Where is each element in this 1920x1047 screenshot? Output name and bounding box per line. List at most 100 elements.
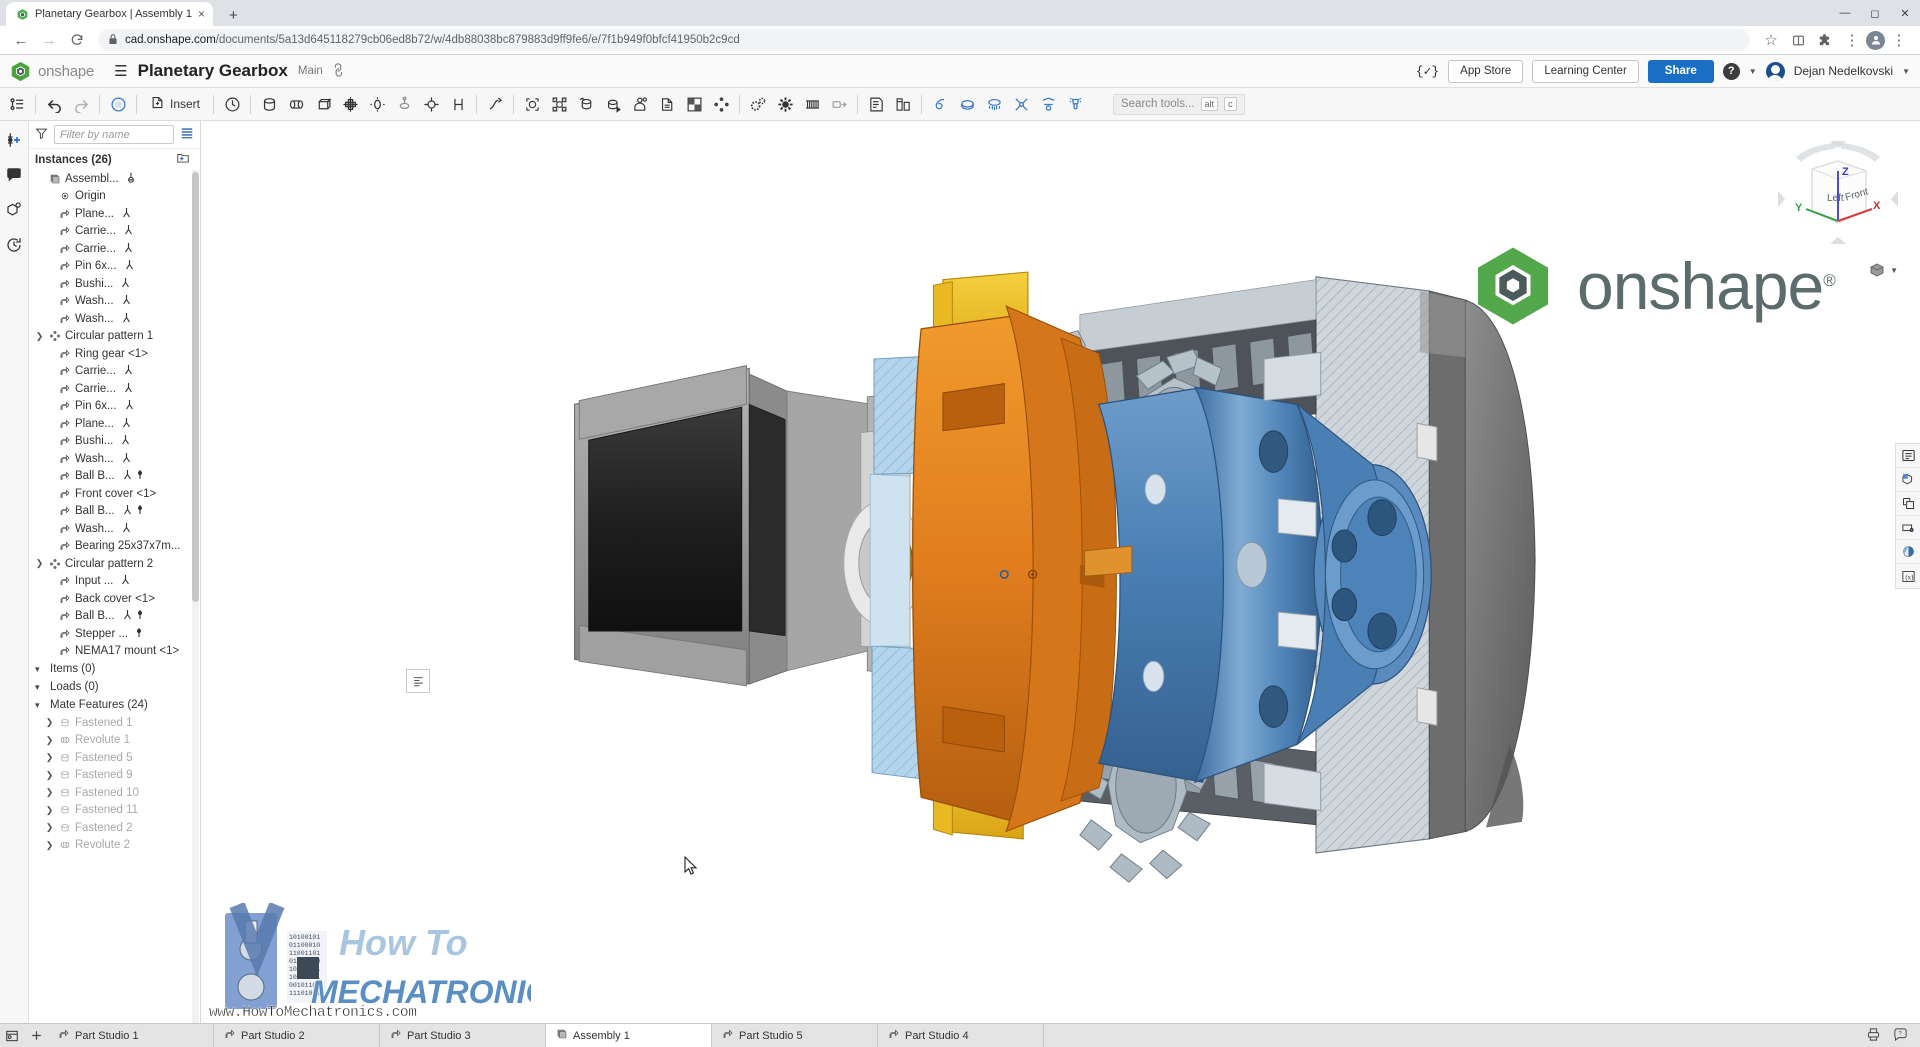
assembly-icon[interactable] [3,199,25,221]
fixed-mate-icon[interactable] [122,417,131,431]
fixed-mate-icon[interactable] [122,522,131,536]
rebuild-icon[interactable] [105,91,131,117]
connector-mate-icon[interactable] [136,627,142,641]
variable-icon[interactable]: (x) [1896,564,1920,588]
app-store-button[interactable]: App Store [1448,60,1523,83]
copy-part-icon[interactable] [627,91,653,117]
menu-icon[interactable]: ⋮ [1839,27,1865,53]
split-view-icon[interactable] [1785,27,1811,53]
tree-row[interactable]: Ball B... [29,503,200,521]
stepper-motor[interactable] [575,366,873,686]
fixed-mate-icon[interactable] [123,504,132,518]
gear-relation-icon[interactable] [745,91,771,117]
fixed-mate-icon[interactable] [122,312,131,326]
new-tab-button[interactable]: + [221,7,246,26]
mate-history-icon[interactable] [219,91,245,117]
fixed-mate-icon[interactable] [122,207,131,221]
section-view-icon[interactable] [1896,516,1920,540]
tree-row[interactable]: Ring gear <1> [29,345,200,363]
tree-section-header[interactable]: ▾Loads (0) [29,678,200,696]
user-avatar[interactable] [1766,62,1785,81]
link-icon[interactable] [329,61,350,82]
document-tab[interactable]: Part Studio 2 [214,1024,380,1047]
display-state-icon[interactable] [981,91,1007,117]
chevron-right-icon[interactable]: ❯ [45,770,54,781]
print-icon[interactable] [1866,1027,1881,1045]
search-tools-input[interactable]: Search tools... alt c [1113,94,1245,115]
tree-row[interactable]: Front cover <1> [29,485,200,503]
fixed-mate-icon[interactable] [125,259,134,273]
tree-section-header[interactable]: ▾Mate Features (24) [29,696,200,714]
mate-connector-icon[interactable] [519,91,545,117]
ball-mate-icon[interactable] [418,91,444,117]
drawing-icon[interactable] [863,91,889,117]
tree-row[interactable]: Origin [29,188,200,206]
document-tab[interactable]: Assembly 1 [546,1024,712,1047]
reload-button[interactable] [64,27,90,53]
mate-feature-row[interactable]: ❯Revolute 2 [29,837,200,855]
back-button[interactable]: ← [8,27,34,53]
help-chevron-down-icon[interactable]: ▼ [1749,67,1757,76]
tree-row[interactable]: Bushi... [29,433,200,451]
3d-viewport[interactable]: onshape® Left Front [201,121,1920,1023]
browser-profile-avatar[interactable] [1866,31,1885,50]
chevron-right-icon[interactable]: ❯ [45,822,54,833]
tree-scroll-area[interactable]: Assembl...OriginPlane...Carrie...Carrie.… [29,170,200,1023]
chevron-right-icon[interactable]: ❯ [45,752,54,763]
funnel-icon[interactable] [35,127,48,143]
light-icon[interactable] [1062,91,1088,117]
document-tab[interactable]: Part Studio 3 [380,1024,546,1047]
tree-row[interactable]: Carrie... [29,223,200,241]
chrome-menu-icon[interactable]: ⋮ [1886,27,1912,53]
browser-tab[interactable]: Planetary Gearbox | Assembly 1 × [6,2,213,26]
chevron-right-icon[interactable]: ❯ [45,735,54,746]
tree-row[interactable]: Bushi... [29,275,200,293]
undo-icon[interactable] [41,91,67,117]
document-tab[interactable]: Part Studio 1 [48,1024,214,1047]
tree-row[interactable]: Wash... [29,293,200,311]
share-button[interactable]: Share [1648,60,1714,83]
learning-center-button[interactable]: Learning Center [1532,60,1638,83]
connector-mate-icon[interactable] [137,469,143,483]
close-icon[interactable]: × [198,7,205,21]
mate-feature-row[interactable]: ❯Revolute 1 [29,732,200,750]
belt-icon[interactable] [799,91,825,117]
display-panel-icon[interactable] [1896,444,1920,468]
fixed-mate-icon[interactable] [125,399,134,413]
group-icon[interactable] [546,91,572,117]
circular-pattern-icon[interactable] [708,91,734,117]
onshape-menu-icon[interactable]: ☰ [114,64,127,79]
gear-icon[interactable] [772,91,798,117]
pattern-grid-icon[interactable] [681,91,707,117]
tree-row[interactable]: Ball B... [29,608,200,626]
tree-section-header[interactable]: ▾Items (0) [29,660,200,678]
tangent-mate-icon[interactable] [482,91,508,117]
forward-button[interactable]: → [36,27,62,53]
mate-feature-row[interactable]: ❯Fastened 10 [29,784,200,802]
help-bubble-icon[interactable]: ? [1893,1027,1908,1045]
list-view-icon[interactable] [180,126,194,143]
mirror-icon[interactable] [654,91,680,117]
featurescript-icon[interactable]: {✓} [1416,64,1439,79]
fixed-mate-icon[interactable] [124,382,133,396]
tree-row[interactable]: Input ... [29,573,200,591]
chevron-right-icon[interactable]: ❯ [45,787,54,798]
onshape-logo[interactable]: onshape [10,61,94,82]
tree-row[interactable]: Back cover <1> [29,590,200,608]
view-cube[interactable]: Left Front Z X Y [1774,139,1902,251]
tree-scrollbar-thumb[interactable] [192,172,199,602]
extensions-icon[interactable] [1812,27,1838,53]
comments-icon[interactable] [3,164,25,186]
chevron-right-icon[interactable]: ❯ [35,331,44,342]
branch-label[interactable]: Main [298,65,323,77]
tree-row[interactable]: Pin 6x... [29,258,200,276]
feature-list-icon[interactable] [4,91,30,117]
new-folder-icon[interactable] [176,151,190,168]
tree-row[interactable]: Assembl... [29,170,200,188]
render-icon[interactable] [1035,91,1061,117]
tree-row[interactable]: Stepper ... [29,625,200,643]
mate-feature-row[interactable]: ❯Fastened 5 [29,749,200,767]
view-style-menu[interactable]: ▼ [1868,261,1898,279]
instance-list-toggle-button[interactable] [406,669,430,693]
connector-mate-icon[interactable] [137,609,143,623]
